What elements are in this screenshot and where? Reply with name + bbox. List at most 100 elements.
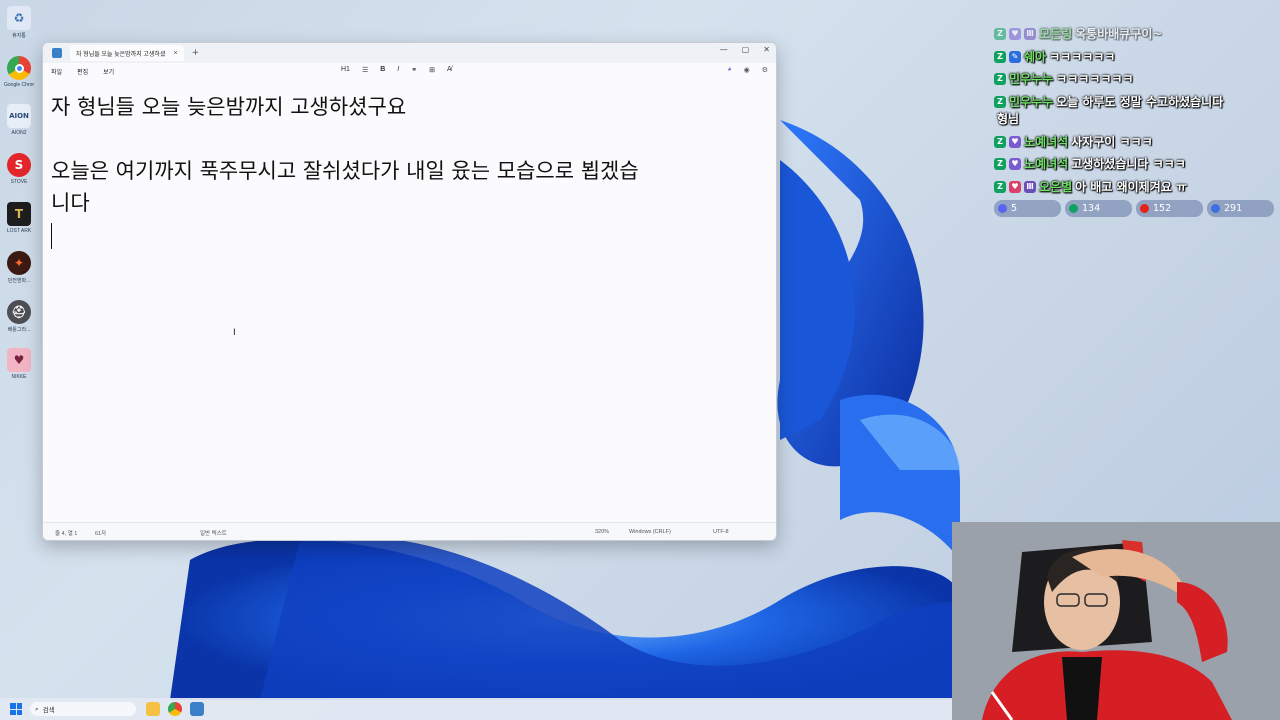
- text-cursor-icon: I: [233, 328, 236, 338]
- menu-file[interactable]: 파일: [51, 67, 62, 76]
- windows-start-icon[interactable]: [10, 703, 22, 715]
- bold-button[interactable]: B: [380, 66, 385, 74]
- desktop-icon-label: AION2: [11, 130, 27, 136]
- discord-icon: [998, 204, 1007, 213]
- chat-message: Z ♥ Ⅲ 오은별 아 배고 왜이제겨요 ㅠ: [994, 178, 1187, 195]
- soop-icon: [1211, 204, 1220, 213]
- file-explorer-icon[interactable]: [146, 702, 160, 716]
- minimize-icon[interactable]: —: [720, 45, 728, 54]
- desktop-icon-label: 배틀그라...: [7, 327, 31, 333]
- chat-text: ㅋㅋㅋㅋㅋㅋㅋ: [1056, 72, 1134, 86]
- count-value: 134: [1082, 203, 1101, 214]
- italic-button[interactable]: I: [397, 66, 399, 74]
- char-count: 61자: [95, 531, 107, 537]
- chat-nick: 오은별: [1039, 180, 1073, 194]
- toolbar-right: ◕ ◉ ⚙: [727, 66, 768, 74]
- chat-text: 형님: [997, 112, 1020, 126]
- new-tab-icon[interactable]: +: [192, 48, 200, 58]
- chat-message: Z ♥ Ⅲ 모든링 옥퉁바배큐구이~: [994, 25, 1162, 42]
- count-soop: 291: [1207, 200, 1274, 217]
- text-editor[interactable]: 자 형님들 오늘 늦은밤까지 고생하셨구요 오늘은 여기까지 푹주무시고 잘쉬셨…: [51, 91, 768, 251]
- format-toolbar: H1 ☰ B I ⚭ ⊞ A̸: [341, 66, 452, 74]
- chat-text: 사자구이 ㅋㅋㅋ: [1071, 135, 1153, 149]
- editor-line: 오늘은 여기까지 푹주무시고 잘쉬셨다가 내일 윴는 모습으로 뵙겠습: [51, 159, 639, 183]
- chat-text: 오늘 하루도 정말 수고하셨습니다: [1056, 95, 1224, 109]
- link-icon[interactable]: ⚭: [411, 66, 417, 74]
- chat-message: Z ✎ 쉐아 ㅋㅋㅋㅋㅋㅋ: [994, 48, 1115, 65]
- tab-title: 자 형님들 오늘 늦은밤까지 고생하셨: [76, 51, 166, 58]
- text-type: 일반 텍스트: [200, 531, 227, 537]
- chat-text: ㅋㅋㅋㅋㅋㅋ: [1049, 50, 1116, 64]
- chrome-taskbar-icon[interactable]: [168, 702, 182, 716]
- window-controls: — ▢ ✕: [720, 45, 770, 54]
- tab-document[interactable]: 자 형님들 오늘 늦은밤까지 고생하셨 ×: [70, 45, 184, 61]
- desktop-icon-label: Google Chrome: [4, 82, 34, 88]
- desktop-icon-label: 던전앤파...: [7, 278, 31, 284]
- search-placeholder: 검색: [42, 706, 55, 714]
- encoding: UTF-8: [713, 529, 729, 535]
- account-icon[interactable]: ◉: [744, 66, 750, 74]
- chzzk-badge-icon: Z: [994, 95, 1006, 108]
- count-chzzk: 134: [1065, 200, 1132, 217]
- chat-message: Z 민우누누 ㅋㅋㅋㅋㅋㅋㅋ: [994, 70, 1133, 87]
- desktop-icon-label: NIKKE: [11, 374, 27, 380]
- copilot-icon[interactable]: ◕: [727, 66, 731, 74]
- chat-nick: 민우누누: [1009, 95, 1054, 109]
- stove-icon[interactable]: S STOVE: [4, 153, 34, 185]
- editor-line: 니다: [51, 191, 90, 215]
- close-icon[interactable]: ✕: [763, 45, 770, 54]
- menu-view[interactable]: 보기: [103, 67, 114, 76]
- heart-badge-icon: ♥: [1009, 27, 1021, 40]
- pen-badge-icon: ✎: [1009, 50, 1021, 63]
- chzzk-badge-icon: Z: [994, 135, 1006, 148]
- webcam-feed: [952, 522, 1280, 720]
- text-caret: [51, 223, 52, 249]
- cursor-position: 줄 4, 열 1: [55, 531, 78, 537]
- chzzk-badge-icon: Z: [994, 50, 1006, 63]
- chat-nick: 민우누누: [1009, 72, 1054, 86]
- game-icon[interactable]: ✦ 던전앤파...: [4, 251, 34, 284]
- clear-format-icon[interactable]: A̸: [447, 66, 452, 74]
- heading-button[interactable]: H1: [341, 66, 350, 74]
- recycle-bin-icon[interactable]: ♻ 휴지통: [4, 6, 34, 39]
- notepad-icon: [52, 48, 62, 58]
- notepad-taskbar-icon[interactable]: [190, 702, 204, 716]
- heart-badge-icon: ♥: [1009, 180, 1021, 193]
- close-tab-icon[interactable]: ×: [173, 50, 177, 57]
- chzzk-badge-icon: Z: [994, 72, 1006, 85]
- line-ending: Windows (CRLF): [629, 529, 671, 535]
- menu-edit[interactable]: 편집: [77, 67, 88, 76]
- chat-text: 아 배고 왜이제겨요 ㅠ: [1075, 180, 1188, 194]
- list-icon[interactable]: ☰: [362, 66, 368, 74]
- desktop-icon-label: STOVE: [10, 179, 28, 185]
- taskbar-search[interactable]: ⌕ 검색: [30, 702, 136, 716]
- search-icon: ⌕: [35, 704, 39, 713]
- desktop-icon-label: 휴지통: [12, 33, 26, 39]
- viewer-counts: 5 134 152 291: [994, 200, 1274, 217]
- maximize-icon[interactable]: ▢: [742, 45, 750, 54]
- tier-badge-icon: Ⅲ: [1024, 180, 1036, 193]
- chat-nick: 모든링: [1039, 27, 1073, 41]
- chat-nick: 노예녀석: [1024, 157, 1069, 171]
- menu-bar: 파일 편집 보기 H1 ☰ B I ⚭ ⊞ A̸ ◕ ◉ ⚙: [43, 63, 776, 79]
- chrome-icon[interactable]: Google Chrome: [4, 56, 34, 88]
- chzzk-badge-icon: Z: [994, 27, 1006, 40]
- chat-nick: 쉐아: [1024, 50, 1047, 64]
- chat-text: 고생하셨습니다 ㅋㅋㅋ: [1071, 157, 1186, 171]
- tier-badge-icon: Ⅲ: [1024, 27, 1036, 40]
- table-icon[interactable]: ⊞: [429, 66, 435, 74]
- chat-nick: 노예녀석: [1024, 135, 1069, 149]
- aion2-icon[interactable]: AION AION2: [4, 104, 34, 136]
- count-value: 291: [1224, 203, 1243, 214]
- chat-message: 형님: [994, 110, 1019, 127]
- settings-icon[interactable]: ⚙: [762, 66, 768, 74]
- zoom-level: 320%: [595, 529, 610, 535]
- chzzk-badge-icon: Z: [994, 180, 1006, 193]
- heart-badge-icon: ♥: [1009, 135, 1021, 148]
- lost-ark-icon[interactable]: T LOST ARK: [4, 202, 34, 234]
- chat-message: Z ♥ 노예녀석 사자구이 ㅋㅋㅋ: [994, 133, 1153, 150]
- chat-text: 옥퉁바배큐구이~: [1075, 27, 1163, 41]
- nikke-icon[interactable]: ♥ NIKKE: [4, 348, 34, 380]
- game2-icon[interactable]: ⛑ 배틀그라...: [4, 300, 34, 333]
